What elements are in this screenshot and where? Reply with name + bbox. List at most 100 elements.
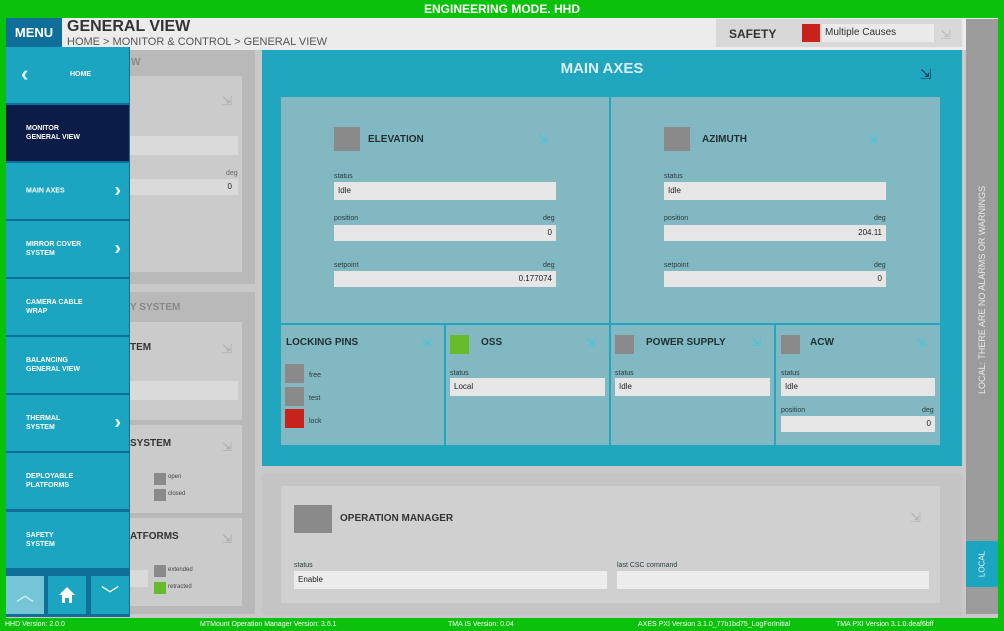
oss-status-label: status [450,370,469,377]
drawer-item-camera-cable-wrap[interactable]: CAMERA CABLE WRAP [6,279,129,335]
bg-card-2 [130,322,242,420]
acw-position-label: position [781,407,806,414]
chevron-right-icon: › [114,179,121,202]
elevation-position-label: position [334,215,359,222]
bg-open-label: open [168,474,182,480]
drawer-item-thermal-system[interactable]: THERMAL SYSTEM › [6,395,129,451]
azimuth-status-indicator [664,127,690,151]
oss-open-icon[interactable]: ⇲ [586,335,596,349]
oss-status-field: Local [450,378,605,396]
bg-cursor-icon-3: ⇲ [222,440,233,454]
bg-open-indicator [154,473,166,485]
oss-status-indicator [450,335,469,354]
drawer-item-main-axes[interactable]: MAIN AXES › [6,163,129,219]
elevation-status-label: status [334,173,353,180]
local-mode-button[interactable]: LOCAL [966,541,998,587]
acw-status-field: Idle [781,378,935,396]
main-axes-title: MAIN AXES [560,60,644,77]
oss-title: OSS [481,337,503,348]
elevation-status-indicator [334,127,360,151]
page-title: GENERAL VIEW [67,18,191,35]
acw-open-icon[interactable]: ⇲ [916,335,926,349]
azimuth-setpoint-label: setpoint [664,262,689,269]
operation-manager-status-indicator [294,505,332,533]
bg-partial-title-3: TEM [130,342,152,353]
elevation-setpoint-unit: deg [543,262,555,269]
pin-lock-label: lock [309,418,322,425]
azimuth-setpoint-unit: deg [874,262,886,269]
azimuth-status-field: Idle [664,182,886,200]
elevation-setpoint-label: setpoint [334,262,359,269]
bg-partial-title-4: SYSTEM [130,438,172,449]
engineering-mode-banner: ENGINEERING MODE. HHD [0,0,1004,18]
operation-manager-status-field: Enable [294,571,607,589]
drawer-item-safety-system[interactable]: SAFETY SYSTEM [6,512,129,568]
scroll-up-button[interactable]: ︿ [6,576,44,614]
drawer-item-mirror-cover-system[interactable]: MIRROR COVER SYSTEM › [6,221,129,277]
acw-position-field: 0 [781,416,935,432]
bg-retracted-label: retracted [168,584,192,590]
safety-label: SAFETY [729,27,777,41]
elevation-open-icon[interactable]: ⇲ [538,132,548,146]
chevron-down-icon: ﹀ [101,585,119,605]
azimuth-status-label: status [664,173,683,180]
drawer-home-label: HOME [70,71,91,78]
scroll-down-button[interactable]: ﹀ [91,576,129,614]
version-footer: HHD Version: 2.0.0 MTMount Operation Man… [0,618,1004,631]
drawer-home-item[interactable]: ‹ HOME [6,47,129,103]
bg-field-2: 0 [130,179,238,195]
drawer-item-monitor-general-view[interactable]: MONITOR GENERAL VIEW [6,105,129,161]
pin-free-indicator [285,364,304,383]
home-button[interactable] [48,576,86,614]
bg-closed-label: closed [168,491,186,497]
home-icon [59,587,75,603]
drawer-item-deployable-platforms[interactable]: DEPLOYABLE PLATFORMS [6,453,129,509]
pin-lock-indicator [285,409,304,428]
tma-is-version: TMA IS Version: 0.04 [448,621,514,628]
menu-button[interactable]: MENU [6,18,62,47]
bg-field-1 [130,136,238,155]
operation-manager-status-label: status [294,562,313,569]
bg-cursor-icon-2: ⇲ [222,342,233,356]
chevron-right-icon: › [114,411,121,434]
elevation-position-field: 0 [334,225,556,241]
elevation-status-field: Idle [334,182,556,200]
drawer-item-balancing-general-view[interactable]: BALANCING GENERAL VIEW [6,337,129,393]
alarms-message: LOCAL: THERE ARE NO ALARMS OR WARNINGS [977,185,987,395]
acw-position-unit: deg [922,407,934,414]
bg-partial-title-2: Y SYSTEM [130,302,181,313]
expand-cursor-icon[interactable]: ⇲ [940,27,951,43]
bg-field-3 [130,381,238,400]
azimuth-position-unit: deg [874,215,886,222]
axes-divider-vertical [609,97,611,323]
axes-pxi-version: AXES PXI Version 3.1.0_77b1bd75_LogForIn… [638,621,791,628]
divider-pins-oss [444,325,446,445]
bg-extended-label: extended [168,567,193,573]
acw-title: ACW [810,337,834,348]
main-axes-open-icon[interactable]: ⇲ [920,66,932,83]
divider-power-acw [774,325,776,445]
azimuth-position-field: 204.11 [664,225,886,241]
operation-manager-title: OPERATION MANAGER [340,513,454,524]
back-chevron-icon: ‹ [21,61,29,86]
bg-partial-title-1: W [131,57,141,68]
hhd-version: HHD Version: 2.0.0 [5,621,65,628]
bg-field-4 [130,570,148,587]
azimuth-open-icon[interactable]: ⇲ [867,132,877,146]
azimuth-setpoint-field: 0 [664,271,886,287]
elevation-title: ELEVATION [368,134,424,145]
pin-test-indicator [285,387,304,406]
last-csc-command-field [617,571,929,589]
power-supply-open-icon[interactable]: ⇲ [751,335,761,349]
bg-cursor-icon-1: ⇲ [222,94,233,108]
elevation-setpoint-field: 0.177074 [334,271,556,287]
elevation-position-unit: deg [543,215,555,222]
pin-free-label: free [309,372,322,379]
power-supply-title: POWER SUPPLY [646,337,726,348]
safety-status-indicator [802,24,820,42]
bg-retracted-indicator [154,582,166,594]
operation-manager-open-icon[interactable]: ⇲ [910,510,921,526]
locking-pins-open-icon[interactable]: ⇲ [421,335,431,349]
bg-closed-indicator [154,489,166,501]
pin-test-label: test [309,395,321,402]
